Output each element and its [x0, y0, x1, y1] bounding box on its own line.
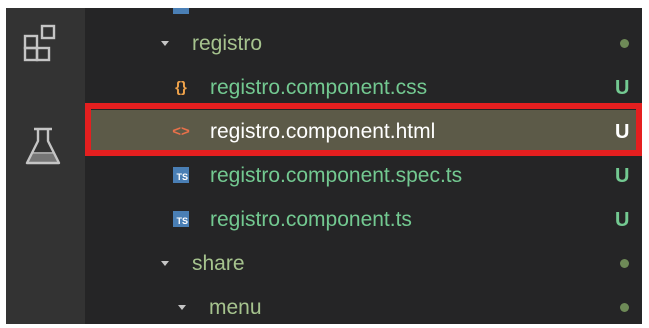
file-label: registro.component.spec.ts — [210, 164, 463, 187]
status-dot — [620, 39, 629, 48]
tree-row-folder-menu[interactable]: menu — [85, 286, 642, 324]
tree-row-file-html-selected[interactable]: <> registro.component.html U — [85, 110, 642, 154]
chevron-down-icon — [161, 41, 169, 46]
tree-row-file-css[interactable]: {} registro.component.css U — [85, 66, 642, 110]
folder-label: registro — [192, 32, 263, 55]
chevron-down-icon — [178, 305, 186, 310]
ts-file-icon — [173, 8, 189, 14]
git-status-untracked: U — [615, 209, 630, 231]
chevron-down-icon — [161, 261, 169, 266]
svg-text:{}: {} — [175, 79, 187, 96]
git-status-untracked: U — [615, 77, 630, 99]
svg-text:<>: <> — [172, 123, 190, 140]
tree-row-folder-share[interactable]: share — [85, 242, 642, 286]
git-status-untracked: U — [615, 121, 630, 143]
tree-row-file-spec-ts[interactable]: TS registro.component.spec.ts U — [85, 154, 642, 198]
file-label: registro.component.ts — [210, 208, 412, 231]
tree-row-folder-registro[interactable]: registro — [85, 22, 642, 66]
file-label: registro.component.css — [210, 76, 428, 99]
git-status-untracked: U — [615, 165, 630, 187]
testing-flask-icon[interactable] — [21, 124, 65, 168]
folder-label: menu — [209, 296, 262, 319]
vscode-window-crop: registro {} registro.component.css U <> … — [6, 8, 642, 324]
activity-bar — [6, 8, 85, 324]
html-file-icon: <> — [172, 123, 190, 140]
ts-file-icon: TS — [173, 167, 189, 183]
status-dot — [620, 259, 629, 268]
extensions-icon[interactable] — [21, 22, 65, 66]
status-dot — [620, 303, 629, 312]
ts-file-icon: TS — [173, 211, 189, 227]
folder-label: share — [192, 252, 245, 275]
tree-row-file-ts[interactable]: TS registro.component.ts U — [85, 198, 642, 242]
file-label: registro.component.html — [210, 120, 436, 143]
css-file-icon: {} — [175, 79, 187, 96]
explorer-tree: registro {} registro.component.css U <> … — [85, 8, 642, 324]
